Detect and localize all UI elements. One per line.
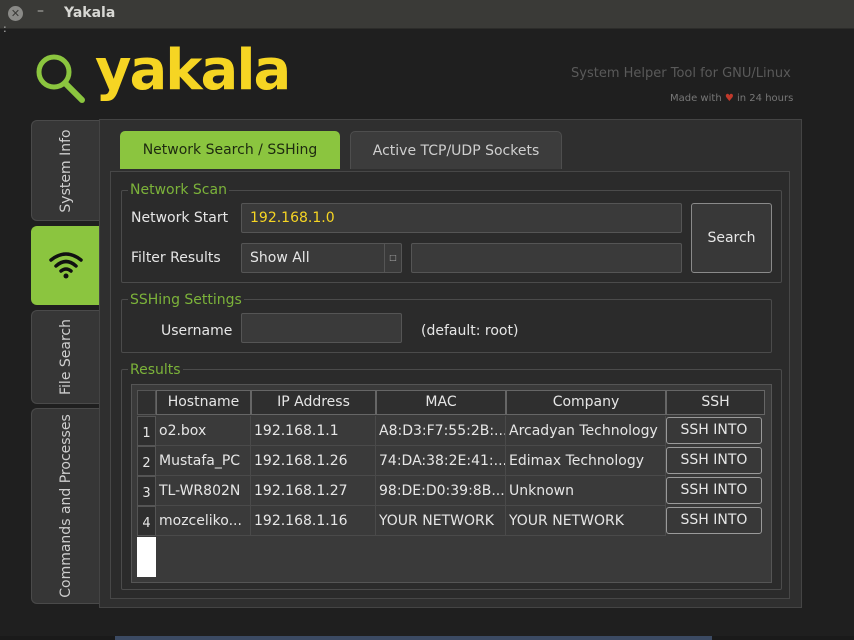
tab-network-search[interactable]: Network Search / SSHing xyxy=(120,131,340,169)
search-button[interactable]: Search xyxy=(691,203,772,273)
made-with-note: Made with ♥ in 24 hours xyxy=(670,93,793,104)
stray-text: : xyxy=(3,22,7,35)
side-tab-system-info[interactable]: System Info xyxy=(31,120,99,221)
results-title: Results xyxy=(128,362,183,378)
dropdown-arrow-icon: □ xyxy=(384,244,401,272)
ssh-into-button[interactable]: SSH INTO xyxy=(666,447,762,474)
network-scan-title: Network Scan xyxy=(128,182,229,198)
side-tab-network[interactable] xyxy=(31,226,99,305)
filter-selected-value: Show All xyxy=(250,250,310,266)
cell-mac[interactable]: YOUR NETWORK xyxy=(376,506,506,536)
bottom-edge xyxy=(0,636,854,640)
side-tab-label: File Search xyxy=(57,319,74,395)
made-with-suffix: in 24 hours xyxy=(737,93,794,104)
column-header-company[interactable]: Company xyxy=(506,390,666,415)
column-header-mac[interactable]: MAC xyxy=(376,390,506,415)
row-number: 1 xyxy=(137,416,156,446)
username-label: Username xyxy=(161,323,233,339)
username-default-hint: (default: root) xyxy=(421,323,519,339)
side-tab-label: Commands and Processes xyxy=(57,414,74,598)
window-title: Yakala xyxy=(64,5,116,21)
row-number: 2 xyxy=(137,446,156,476)
cell-company[interactable]: Edimax Technology xyxy=(506,446,666,476)
heart-icon: ♥ xyxy=(724,93,734,104)
cell-mac[interactable]: 74:DA:38:2E:41:... xyxy=(376,446,506,476)
cell-mac[interactable]: A8:D3:F7:55:2B:... xyxy=(376,416,506,446)
cell-hostname[interactable]: TL-WR802N xyxy=(156,476,251,506)
network-start-label: Network Start xyxy=(131,210,229,226)
tagline: System Helper Tool for GNU/Linux xyxy=(571,66,791,81)
row-number-empty xyxy=(137,537,156,577)
close-icon[interactable]: ✕ xyxy=(8,6,23,21)
ssh-into-button[interactable]: SSH INTO xyxy=(666,477,762,504)
cell-hostname[interactable]: Mustafa_PC xyxy=(156,446,251,476)
wifi-icon xyxy=(49,252,83,279)
cell-ip[interactable]: 192.168.1.26 xyxy=(251,446,376,476)
made-with-prefix: Made with xyxy=(670,93,722,104)
network-start-input[interactable]: 192.168.1.0 xyxy=(241,203,682,233)
cell-ip[interactable]: 192.168.1.1 xyxy=(251,416,376,446)
magnifier-icon xyxy=(36,54,85,103)
bottom-edge-segment xyxy=(115,636,712,640)
ssh-settings-title: SSHing Settings xyxy=(128,292,244,308)
cell-hostname[interactable]: mozceliko... xyxy=(156,506,251,536)
filter-text-input[interactable] xyxy=(411,243,682,273)
column-header-ip[interactable]: IP Address xyxy=(251,390,376,415)
table-corner xyxy=(137,390,156,415)
app-logo-text: yakala xyxy=(95,38,291,103)
row-number: 4 xyxy=(137,506,156,536)
side-tab-label: System Info xyxy=(57,128,74,213)
cell-mac[interactable]: 98:DE:D0:39:8B... xyxy=(376,476,506,506)
username-input[interactable] xyxy=(241,313,402,343)
column-header-ssh[interactable]: SSH xyxy=(666,390,765,415)
title-bar: ✕ – Yakala xyxy=(0,0,854,29)
ssh-into-button[interactable]: SSH INTO xyxy=(666,417,762,444)
cell-company[interactable]: YOUR NETWORK xyxy=(506,506,666,536)
column-header-hostname[interactable]: Hostname xyxy=(156,390,251,415)
cell-hostname[interactable]: o2.box xyxy=(156,416,251,446)
side-tab-file-search[interactable]: File Search xyxy=(31,310,99,404)
minimize-icon[interactable]: – xyxy=(37,3,44,19)
cell-ip[interactable]: 192.168.1.27 xyxy=(251,476,376,506)
cell-company[interactable]: Unknown xyxy=(506,476,666,506)
side-tab-commands-processes[interactable]: Commands and Processes xyxy=(31,408,99,604)
filter-results-label: Filter Results xyxy=(131,250,221,266)
row-number: 3 xyxy=(137,476,156,506)
ssh-into-button[interactable]: SSH INTO xyxy=(666,507,762,534)
filter-results-select[interactable]: Show All □ xyxy=(241,243,402,273)
cell-ip[interactable]: 192.168.1.16 xyxy=(251,506,376,536)
cell-company[interactable]: Arcadyan Technology xyxy=(506,416,666,446)
tab-active-sockets[interactable]: Active TCP/UDP Sockets xyxy=(350,131,562,169)
